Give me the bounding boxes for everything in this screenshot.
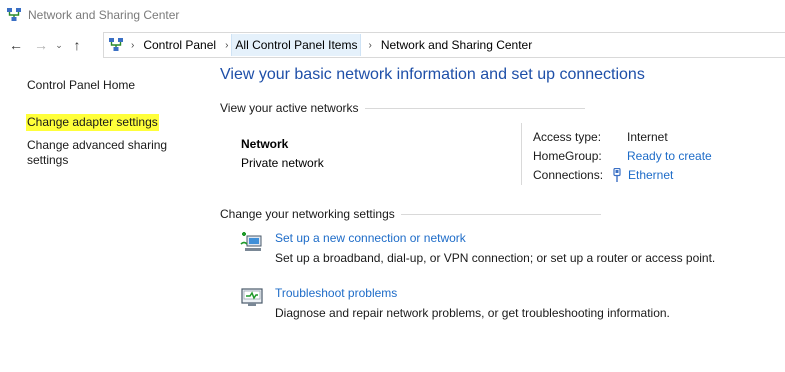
forward-arrow-icon: → bbox=[34, 37, 48, 53]
breadcrumb-network-sharing-center[interactable]: Network and Sharing Center bbox=[379, 36, 534, 54]
breadcrumb-separator-icon[interactable]: › bbox=[131, 40, 134, 51]
window-title: Network and Sharing Center bbox=[28, 8, 180, 22]
change-settings-header: Change your networking settings bbox=[220, 207, 601, 221]
forward-button[interactable]: → bbox=[30, 34, 52, 56]
troubleshoot-icon bbox=[241, 288, 263, 306]
back-button[interactable]: ← bbox=[5, 34, 27, 56]
ethernet-link[interactable]: Ethernet bbox=[628, 168, 673, 182]
change-settings-header-label: Change your networking settings bbox=[220, 207, 395, 221]
ethernet-icon bbox=[613, 167, 621, 182]
navigation-bar: ← → ⌄ ↑ › Control Panel › All Control Pa… bbox=[0, 32, 785, 58]
homegroup-link[interactable]: Ready to create bbox=[627, 149, 712, 163]
chevron-down-icon: ⌄ bbox=[55, 39, 63, 50]
troubleshoot-link[interactable]: Troubleshoot problems bbox=[275, 286, 397, 300]
active-networks-header: View your active networks bbox=[220, 101, 585, 115]
control-panel-home-link[interactable]: Control Panel Home bbox=[27, 78, 135, 93]
connections-value: Ethernet bbox=[613, 167, 673, 182]
access-type-label: Access type: bbox=[533, 129, 602, 144]
breadcrumb-all-items[interactable]: All Control Panel Items bbox=[231, 34, 362, 56]
up-button[interactable]: ↑ bbox=[66, 34, 88, 56]
setup-connection-link[interactable]: Set up a new connection or network bbox=[275, 231, 466, 245]
breadcrumb-control-panel[interactable]: Control Panel bbox=[141, 36, 218, 54]
section-divider bbox=[400, 213, 601, 215]
access-type-row: Access type: Internet bbox=[533, 127, 712, 146]
connections-row: Connections: Ethernet bbox=[533, 165, 712, 184]
change-advanced-sharing-settings-link[interactable]: Change advanced sharing settings bbox=[27, 138, 187, 168]
recent-locations-button[interactable]: ⌄ bbox=[52, 34, 66, 56]
breadcrumb-separator-icon[interactable]: › bbox=[368, 40, 371, 51]
up-arrow-icon: ↑ bbox=[73, 37, 81, 53]
address-bar[interactable]: › Control Panel › All Control Panel Item… bbox=[103, 32, 785, 58]
network-properties: Access type: Internet HomeGroup: Ready t… bbox=[533, 127, 712, 184]
network-type: Private network bbox=[241, 156, 324, 170]
page-title: View your basic network information and … bbox=[220, 66, 645, 83]
network-name: Network bbox=[241, 137, 289, 151]
back-arrow-icon: ← bbox=[9, 37, 23, 53]
title-bar: Network and Sharing Center bbox=[0, 0, 785, 30]
change-adapter-settings-link[interactable]: Change adapter settings bbox=[26, 114, 159, 131]
setup-connection-description: Set up a broadband, dial-up, or VPN conn… bbox=[275, 251, 716, 265]
active-networks-header-label: View your active networks bbox=[220, 101, 359, 115]
access-type-value: Internet bbox=[627, 129, 668, 144]
network-location-icon bbox=[109, 38, 123, 51]
homegroup-label: HomeGroup: bbox=[533, 148, 602, 163]
network-sharing-center-icon bbox=[7, 8, 21, 21]
homegroup-row: HomeGroup: Ready to create bbox=[533, 146, 712, 165]
breadcrumb-separator-icon[interactable]: › bbox=[225, 40, 228, 51]
section-divider bbox=[364, 107, 585, 109]
troubleshoot-description: Diagnose and repair network problems, or… bbox=[275, 306, 670, 320]
new-connection-icon bbox=[240, 232, 262, 251]
vertical-divider bbox=[521, 123, 522, 185]
